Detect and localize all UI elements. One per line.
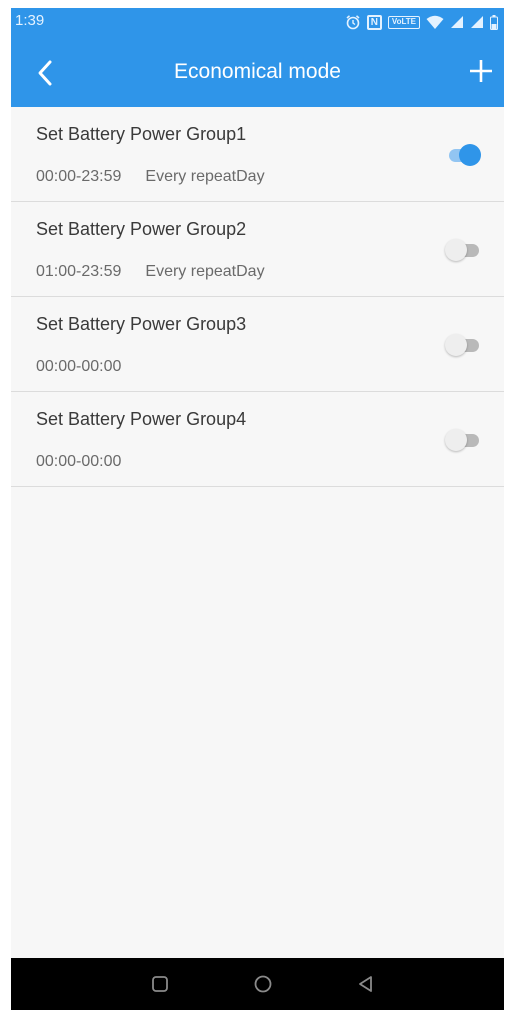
home-circle-icon[interactable] bbox=[253, 974, 273, 994]
signal-icon bbox=[451, 16, 463, 28]
toggle-thumb bbox=[445, 239, 467, 261]
status-icons: N VoLTE bbox=[345, 13, 498, 31]
schedule-list: Set Battery Power Group1 00:00-23:59 Eve… bbox=[11, 107, 504, 487]
recents-square-icon[interactable] bbox=[151, 975, 169, 993]
list-item[interactable]: Set Battery Power Group1 00:00-23:59 Eve… bbox=[11, 107, 504, 202]
item-time-range: 00:00-00:00 bbox=[36, 358, 122, 375]
enable-toggle[interactable] bbox=[445, 144, 481, 166]
battery-icon bbox=[490, 14, 498, 30]
item-title: Set Battery Power Group1 bbox=[36, 124, 247, 144]
list-item[interactable]: Set Battery Power Group2 01:00-23:59 Eve… bbox=[11, 202, 504, 297]
status-bar: 1:39 N VoLTE bbox=[11, 8, 504, 36]
app-bar: Economical mode bbox=[11, 36, 504, 107]
alarm-icon bbox=[346, 15, 360, 30]
item-title: Set Battery Power Group3 bbox=[36, 314, 247, 334]
phone-screen: 1:39 N VoLTE Economical mode Set Battery… bbox=[11, 8, 504, 1010]
item-meta: 00:00-00:00 bbox=[36, 358, 145, 376]
back-triangle-icon[interactable] bbox=[356, 974, 376, 994]
wifi-icon bbox=[426, 15, 444, 29]
toggle-thumb bbox=[445, 429, 467, 451]
toggle-thumb bbox=[445, 334, 467, 356]
signal-icon-2 bbox=[471, 16, 483, 28]
enable-toggle[interactable] bbox=[445, 429, 481, 451]
list-item[interactable]: Set Battery Power Group4 00:00-00:00 bbox=[11, 392, 504, 487]
item-meta: 00:00-00:00 bbox=[36, 453, 145, 471]
volte-badge: VoLTE bbox=[387, 15, 420, 29]
item-title: Set Battery Power Group4 bbox=[36, 409, 247, 429]
plus-icon bbox=[470, 60, 492, 82]
item-meta: 01:00-23:59 Every repeatDay bbox=[36, 263, 265, 281]
list-item[interactable]: Set Battery Power Group3 00:00-00:00 bbox=[11, 297, 504, 392]
item-time-range: 00:00-00:00 bbox=[36, 453, 122, 470]
status-time: 1:39 bbox=[15, 12, 45, 29]
item-repeat: Every repeatDay bbox=[145, 263, 265, 280]
page-title: Economical mode bbox=[174, 60, 341, 83]
item-title: Set Battery Power Group2 bbox=[36, 219, 247, 239]
nfc-icon: N bbox=[366, 14, 382, 30]
enable-toggle[interactable] bbox=[445, 334, 481, 356]
item-repeat: Every repeatDay bbox=[145, 168, 265, 185]
toggle-thumb bbox=[459, 144, 481, 166]
item-meta: 00:00-23:59 Every repeatDay bbox=[36, 168, 265, 186]
item-time-range: 01:00-23:59 bbox=[36, 263, 122, 280]
add-button[interactable] bbox=[466, 56, 496, 86]
enable-toggle[interactable] bbox=[445, 239, 481, 261]
system-nav-bar bbox=[11, 958, 504, 1010]
item-time-range: 00:00-23:59 bbox=[36, 168, 122, 185]
